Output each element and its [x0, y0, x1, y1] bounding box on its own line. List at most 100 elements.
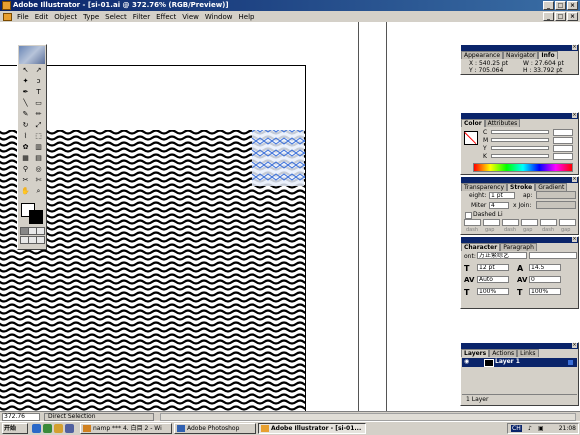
selection-tool-icon[interactable]: ↖	[20, 66, 31, 75]
menu-effect[interactable]: Effect	[153, 13, 179, 21]
dash-field-1[interactable]	[464, 219, 481, 226]
magic-wand-tool-icon[interactable]: ✦	[20, 77, 31, 86]
lasso-tool-icon[interactable]: ↄ	[33, 77, 44, 86]
start-button[interactable]: 开始	[2, 423, 28, 434]
quicklaunch-desktop-icon[interactable]	[43, 424, 52, 433]
channel-c-value[interactable]	[553, 129, 573, 136]
channel-y-value[interactable]	[553, 145, 573, 152]
quicklaunch-media-icon[interactable]	[65, 424, 74, 433]
menu-filter[interactable]: Filter	[130, 13, 153, 21]
menu-window[interactable]: Window	[202, 13, 236, 21]
network-icon[interactable]: ▣	[538, 425, 544, 432]
pen-tool-icon[interactable]: ✒	[20, 88, 31, 97]
graph-tool-icon[interactable]: ▥	[33, 143, 44, 152]
menu-edit[interactable]: Edit	[32, 13, 52, 21]
scissors-tool-icon[interactable]: ✄	[33, 176, 44, 185]
color-panel-titlebar[interactable]: ×	[461, 113, 578, 119]
stroke-panel-titlebar[interactable]: ×	[461, 177, 578, 183]
blend-tool-icon[interactable]: ◎	[33, 165, 44, 174]
horizontal-scrollbar[interactable]	[160, 413, 576, 421]
channel-k-slider[interactable]	[491, 154, 549, 158]
leading-field[interactable]: 14.5	[529, 264, 561, 271]
close-button[interactable]: ×	[567, 1, 578, 10]
gap-field-3[interactable]	[559, 219, 576, 226]
close-icon[interactable]: ×	[572, 343, 577, 348]
close-icon[interactable]: ×	[572, 237, 577, 242]
menu-help[interactable]: Help	[236, 13, 258, 21]
tab-attributes[interactable]: Attributes	[484, 119, 521, 127]
gradient-tool-icon[interactable]: ▤	[33, 154, 44, 163]
font-size-field[interactable]: 12 pt	[477, 264, 509, 271]
font-family-field[interactable]: 方正繁综艺	[477, 252, 527, 259]
tab-actions[interactable]: Actions	[489, 349, 518, 357]
channel-m-slider[interactable]	[491, 138, 549, 142]
quicklaunch-ie-icon[interactable]	[32, 424, 41, 433]
tab-info[interactable]: Info	[538, 51, 558, 59]
symbol-sprayer-tool-icon[interactable]: ✿	[20, 143, 31, 152]
pencil-tool-icon[interactable]: ✏	[33, 110, 44, 119]
zoom-field[interactable]: 372.76	[2, 413, 40, 421]
tab-layers[interactable]: Layers	[461, 349, 490, 357]
gap-field-1[interactable]	[483, 219, 500, 226]
kerning-field[interactable]: Auto	[477, 276, 509, 283]
full-screen-icon[interactable]	[36, 236, 45, 244]
taskbar-task-photoshop[interactable]: Adobe Photoshop	[174, 423, 256, 434]
rectangle-tool-icon[interactable]: ▭	[33, 99, 44, 108]
volume-icon[interactable]: ♪	[528, 425, 532, 432]
doc-restore-button[interactable]: □	[555, 12, 566, 21]
menu-type[interactable]: Type	[80, 13, 102, 21]
stroke-swatch-icon[interactable]	[29, 210, 43, 224]
horizontal-scale-field[interactable]: 100%	[477, 288, 509, 295]
menu-object[interactable]: Object	[51, 13, 80, 21]
miter-field[interactable]: 4	[489, 202, 509, 209]
menu-view[interactable]: View	[179, 13, 202, 21]
channel-y-slider[interactable]	[491, 146, 549, 150]
zoom-tool-icon[interactable]: ⌕	[33, 187, 44, 196]
cap-buttons[interactable]	[536, 191, 576, 199]
slice-tool-icon[interactable]: ✂	[20, 176, 31, 185]
dash-field-3[interactable]	[540, 219, 557, 226]
dashed-checkbox[interactable]	[465, 212, 472, 219]
tab-paragraph[interactable]: Paragraph	[500, 243, 537, 251]
dash-field-2[interactable]	[502, 219, 519, 226]
channel-c-slider[interactable]	[491, 130, 549, 134]
tab-links[interactable]: Links	[517, 349, 539, 357]
warp-tool-icon[interactable]: ⌇	[20, 132, 31, 141]
eye-icon[interactable]: ◉	[464, 358, 469, 365]
direct-selection-tool-icon[interactable]: ↗	[33, 66, 44, 75]
tab-gradient[interactable]: Gradient	[535, 183, 568, 191]
layers-panel-titlebar[interactable]: ×	[461, 343, 578, 349]
quicklaunch-outlook-icon[interactable]	[54, 424, 63, 433]
fill-stroke-icon[interactable]	[21, 203, 43, 224]
doc-minimize-button[interactable]: _	[543, 12, 554, 21]
minimize-button[interactable]: _	[543, 1, 554, 10]
tracking-field[interactable]: 0	[529, 276, 561, 283]
fill-stroke-swatch[interactable]	[464, 131, 478, 145]
close-icon[interactable]: ×	[572, 45, 577, 50]
channel-m-value[interactable]	[553, 137, 573, 144]
document-icon[interactable]	[3, 12, 12, 21]
close-icon[interactable]: ×	[572, 113, 577, 118]
mesh-tool-icon[interactable]: ▦	[20, 154, 31, 163]
spectrum-bar[interactable]	[473, 163, 573, 172]
tab-transparency[interactable]: Transparency	[461, 183, 508, 191]
free-transform-tool-icon[interactable]: ⬚	[33, 132, 44, 141]
close-icon[interactable]: ×	[572, 177, 577, 182]
paintbrush-tool-icon[interactable]: ✎	[20, 110, 31, 119]
hand-tool-icon[interactable]: ✋	[20, 187, 31, 196]
doc-close-button[interactable]: ×	[567, 12, 578, 21]
join-buttons[interactable]	[536, 201, 576, 209]
tab-appearance[interactable]: Appearance	[461, 51, 504, 59]
tab-character[interactable]: Character	[461, 243, 501, 251]
none-mode-icon[interactable]	[36, 227, 45, 235]
menu-select[interactable]: Select	[102, 13, 130, 21]
font-style-field[interactable]	[529, 252, 577, 259]
character-panel-titlebar[interactable]: ×	[461, 237, 578, 243]
channel-k-value[interactable]	[553, 153, 573, 160]
scale-tool-icon[interactable]: ⤢	[33, 121, 44, 130]
selected-wave-tile[interactable]	[251, 130, 305, 186]
taskbar-task-winamp[interactable]: namp *** 4. 白目 2 - Wi	[80, 423, 172, 434]
layer-row[interactable]: ◉ Layer 1	[462, 358, 577, 367]
tab-color[interactable]: Color	[461, 119, 485, 127]
status-tool-field[interactable]: Direct Selection	[44, 413, 154, 421]
